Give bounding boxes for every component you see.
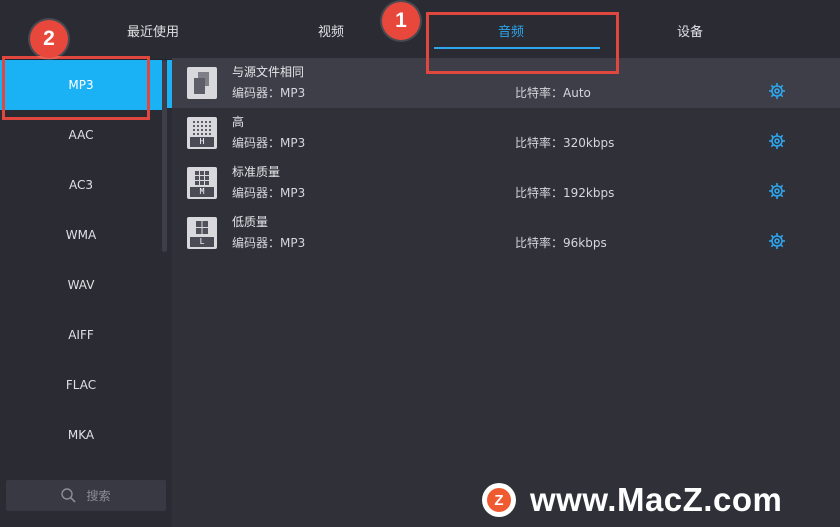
annotation-badge-1: 1 xyxy=(382,2,420,40)
tab-recent[interactable]: 最近使用 xyxy=(70,0,236,60)
preset-encoder: 编码器：MP3 xyxy=(232,136,306,150)
gear-icon[interactable] xyxy=(768,182,786,200)
gear-icon[interactable] xyxy=(768,232,786,250)
annotation-box-audio-tab xyxy=(426,12,619,74)
annotation-box-mp3 xyxy=(2,56,150,120)
preset-name: 与源文件相同 xyxy=(232,65,305,79)
sidebar-item-mka[interactable]: MKA xyxy=(0,410,162,460)
preset-name: 高 xyxy=(232,115,245,129)
gear-icon[interactable] xyxy=(768,132,786,150)
sidebar-item-wav[interactable]: WAV xyxy=(0,260,162,310)
quality-letter: M xyxy=(190,187,214,197)
preset-bitrate: 比特率：192kbps xyxy=(515,186,615,200)
sidebar-item-ac3[interactable]: AC3 xyxy=(0,160,162,210)
tab-device[interactable]: 设备 xyxy=(607,0,773,60)
watermark: Z www.MacZ.com xyxy=(482,478,782,522)
format-category-tabs: 最近使用 视频 音频 设备 xyxy=(0,0,840,60)
quality-letter: L xyxy=(190,237,214,247)
preset-encoder: 编码器：MP3 xyxy=(232,86,306,100)
quality-letter: H xyxy=(190,137,214,147)
preset-name: 标准质量 xyxy=(232,165,281,179)
gear-icon[interactable] xyxy=(768,82,786,100)
annotation-badge-2: 2 xyxy=(30,20,68,58)
medium-quality-icon: M xyxy=(187,167,217,199)
search-icon xyxy=(61,488,77,503)
preset-encoder: 编码器：MP3 xyxy=(232,236,306,250)
search-input[interactable]: 搜索 xyxy=(6,480,166,511)
search-placeholder: 搜索 xyxy=(86,489,111,503)
preset-row-high[interactable]: H 高 编码器：MP3 比特率：320kbps xyxy=(172,108,840,158)
preset-bitrate: 比特率：Auto xyxy=(515,86,591,100)
preset-bitrate: 比特率：96kbps xyxy=(515,236,607,250)
sidebar-item-flac[interactable]: FLAC xyxy=(0,360,162,410)
preset-encoder: 编码器：MP3 xyxy=(232,186,306,200)
low-quality-icon: L xyxy=(187,217,217,249)
preset-row-low[interactable]: L 低质量 编码器：MP3 比特率：96kbps xyxy=(172,208,840,258)
same-as-source-icon xyxy=(187,67,217,99)
preset-name: 低质量 xyxy=(232,215,269,229)
watermark-text: www.MacZ.com xyxy=(530,481,783,518)
logo-letter: Z xyxy=(487,488,511,512)
sidebar-item-aiff[interactable]: AIFF xyxy=(0,310,162,360)
macz-logo-icon: Z xyxy=(482,483,516,517)
format-sidebar: MP3 AAC AC3 WMA WAV AIFF FLAC MKA 搜索 xyxy=(0,60,172,527)
preset-bitrate: 比特率：320kbps xyxy=(515,136,615,150)
high-quality-icon: H xyxy=(187,117,217,149)
preset-row-standard[interactable]: M 标准质量 编码器：MP3 比特率：192kbps xyxy=(172,158,840,208)
sidebar-item-wma[interactable]: WMA xyxy=(0,210,162,260)
